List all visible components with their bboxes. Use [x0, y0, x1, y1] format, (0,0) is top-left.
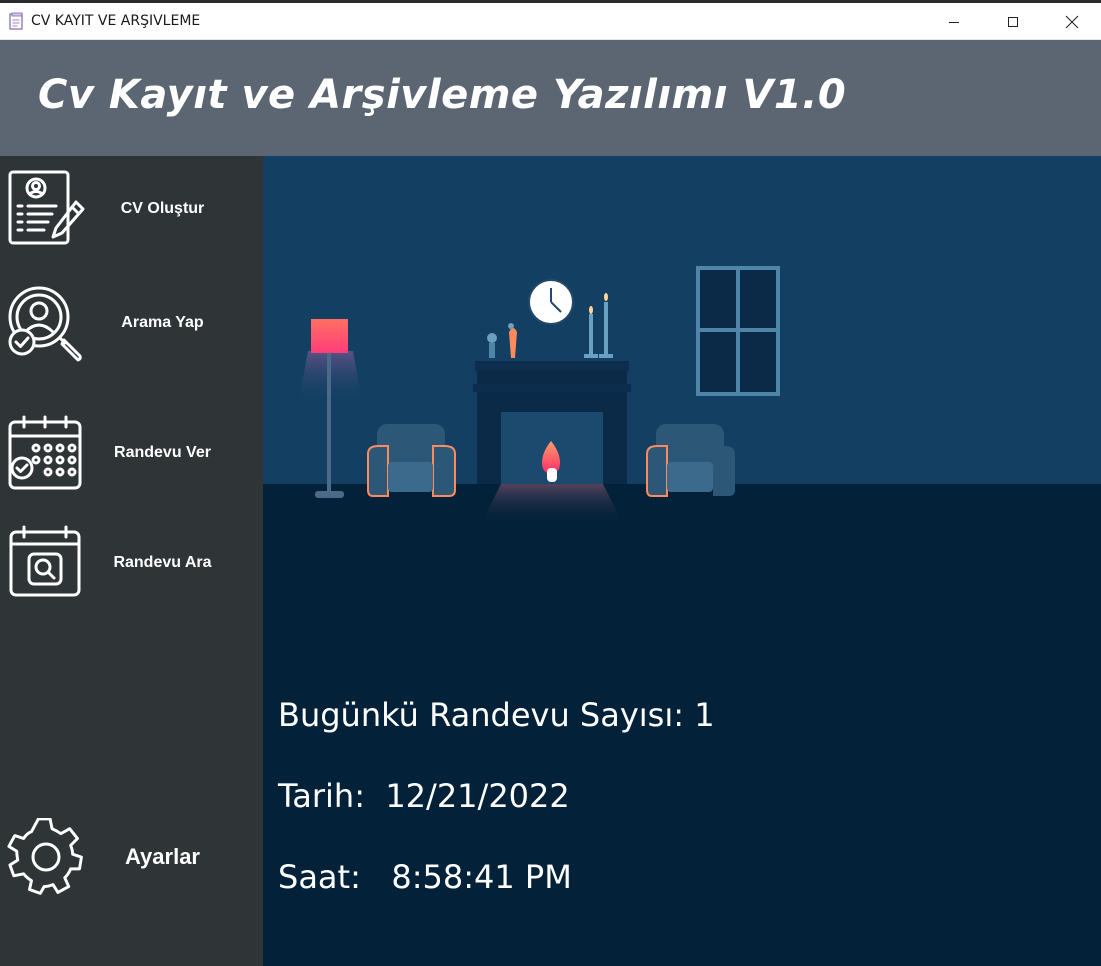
maximize-button[interactable]: [983, 3, 1042, 40]
sidebar-item-label: Randevu Ara: [113, 554, 212, 571]
gear-icon: [7, 818, 83, 895]
settings-label: Ayarlar: [124, 844, 200, 869]
living-room-illustration: [263, 156, 1101, 536]
app-header: Cv Kayıt ve Arşivleme Yazılımı V1.0: [0, 40, 1101, 156]
sidebar-item-appointment-give[interactable]: Randevu Ver: [0, 414, 263, 494]
calendar-search-icon: [9, 525, 81, 597]
maximize-icon: [1007, 16, 1018, 27]
sidebar-item-cv-create[interactable]: CV Oluştur: [0, 170, 263, 248]
date-text: Tarih: 12/21/2022: [278, 777, 570, 815]
minimize-icon: [948, 21, 959, 23]
app-title: Cv Kayıt ve Arşivleme Yazılımı V1.0: [38, 72, 847, 118]
close-icon: [1065, 15, 1078, 28]
sidebar-item-search[interactable]: Arama Yap: [0, 284, 263, 364]
sidebar: CV Oluştur Arama Yap Randevu Ver Randevu…: [0, 156, 263, 966]
search-person-icon: [8, 286, 82, 362]
time-text: Saat: 8:58:41 PM: [278, 858, 572, 896]
sidebar-item-settings[interactable]: Ayarlar: [0, 816, 263, 900]
cv-create-icon: [8, 170, 85, 245]
app-icon: [9, 12, 23, 30]
window-title: CV KAYIT VE ARŞIVLEME: [31, 13, 201, 29]
window-titlebar: CV KAYIT VE ARŞIVLEME: [0, 3, 1101, 40]
window-controls: [924, 3, 1101, 40]
sidebar-item-label: Arama Yap: [121, 314, 204, 331]
sidebar-item-label: CV Oluştur: [120, 200, 205, 217]
minimize-button[interactable]: [924, 3, 983, 40]
main-panel: Bugünkü Randevu Sayısı: 1 Tarih: 12/21/2…: [263, 156, 1101, 966]
calendar-check-icon: [8, 415, 82, 490]
close-button[interactable]: [1042, 3, 1101, 40]
appointments-today-text: Bugünkü Randevu Sayısı: 1: [278, 696, 715, 734]
sidebar-item-appointment-search[interactable]: Randevu Ara: [0, 524, 263, 600]
sidebar-item-label: Randevu Ver: [114, 444, 211, 461]
